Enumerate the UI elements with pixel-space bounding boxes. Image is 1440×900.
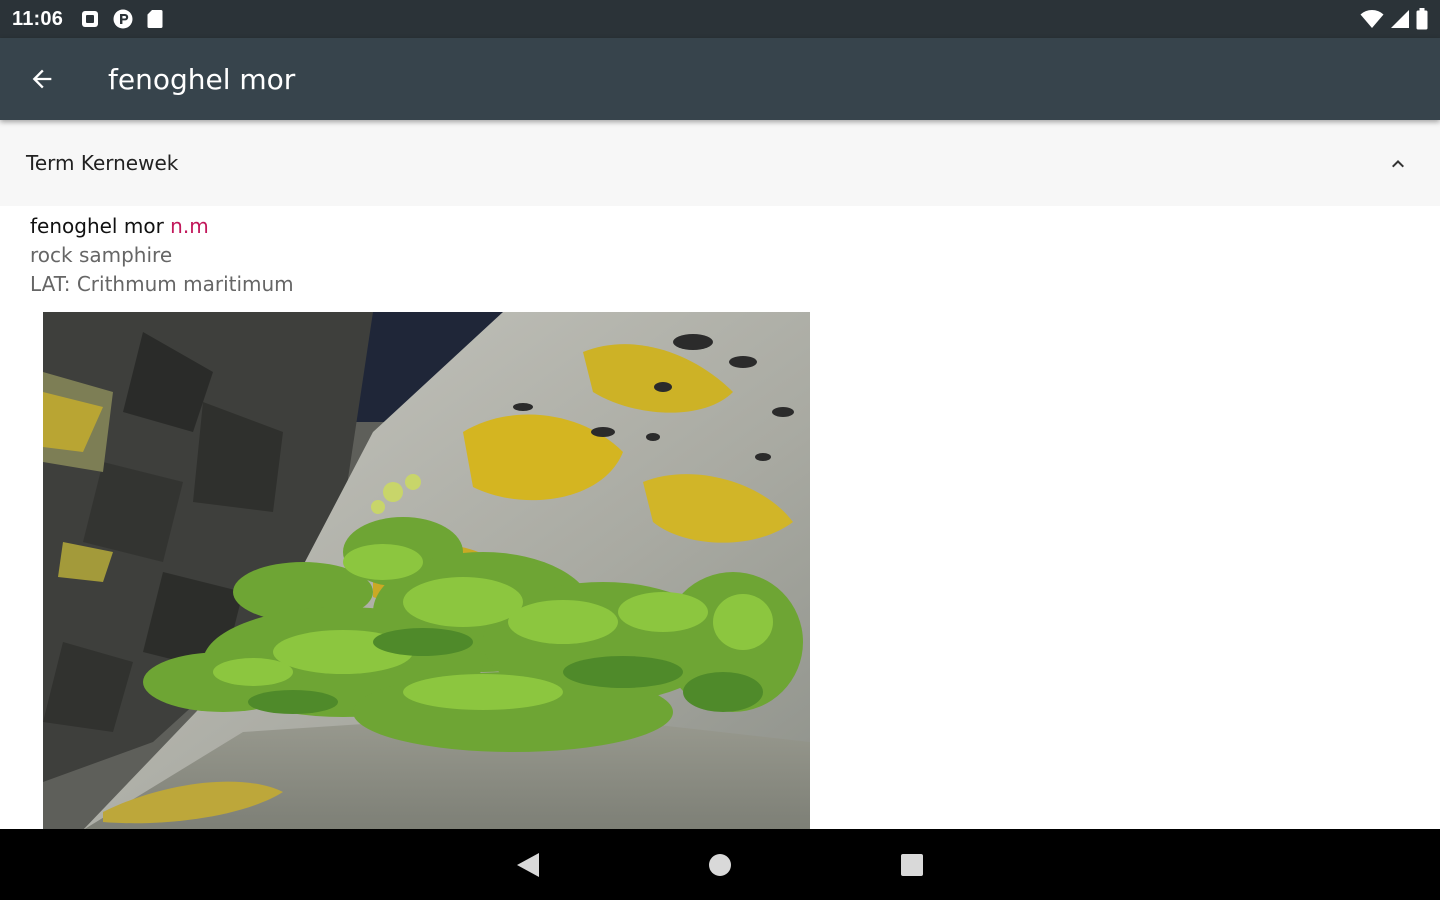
entry-part-of-speech: n.m bbox=[170, 214, 209, 238]
sd-card-icon bbox=[147, 10, 163, 28]
collapse-button[interactable] bbox=[1380, 146, 1416, 182]
entry-headword-line: fenoghel mor n.m bbox=[30, 212, 930, 241]
arrow-back-icon bbox=[32, 69, 52, 89]
p-circle-icon bbox=[113, 9, 133, 29]
chevron-up-icon bbox=[1392, 160, 1404, 168]
system-nav-bar bbox=[0, 829, 1440, 900]
section-header[interactable]: Term Kernewek bbox=[0, 120, 1440, 206]
entry-translation: rock samphire bbox=[30, 243, 173, 267]
nav-home-circle-icon bbox=[709, 853, 731, 876]
status-time: 11:06 bbox=[12, 7, 64, 30]
nav-back-button[interactable] bbox=[432, 829, 624, 900]
back-button[interactable] bbox=[0, 38, 84, 120]
entry-term: fenoghel mor bbox=[30, 214, 164, 238]
nav-home-button[interactable] bbox=[624, 829, 816, 900]
notification-square-icon bbox=[82, 11, 99, 27]
status-bar: 11:06 bbox=[0, 0, 1440, 38]
nav-recents-button[interactable] bbox=[816, 829, 1008, 900]
app-bar: fenoghel mor bbox=[0, 38, 1440, 120]
cell-signal-icon bbox=[1391, 10, 1409, 28]
status-right-icons bbox=[1360, 8, 1428, 30]
nav-recents-square-icon bbox=[901, 853, 923, 876]
page-title: fenoghel mor bbox=[108, 62, 296, 96]
battery-icon bbox=[1416, 8, 1428, 30]
nav-back-triangle-icon bbox=[517, 852, 539, 877]
status-left-icons bbox=[81, 9, 163, 29]
entry-latin-name: LAT: Crithmum maritimum bbox=[30, 272, 294, 296]
samphire-photo-illustration bbox=[43, 312, 810, 830]
wifi-icon bbox=[1360, 10, 1384, 28]
dictionary-entry: fenoghel mor n.m rock samphire LAT: Crit… bbox=[30, 212, 930, 299]
samphire-photo bbox=[43, 312, 810, 830]
section-title: Term Kernewek bbox=[26, 151, 179, 175]
